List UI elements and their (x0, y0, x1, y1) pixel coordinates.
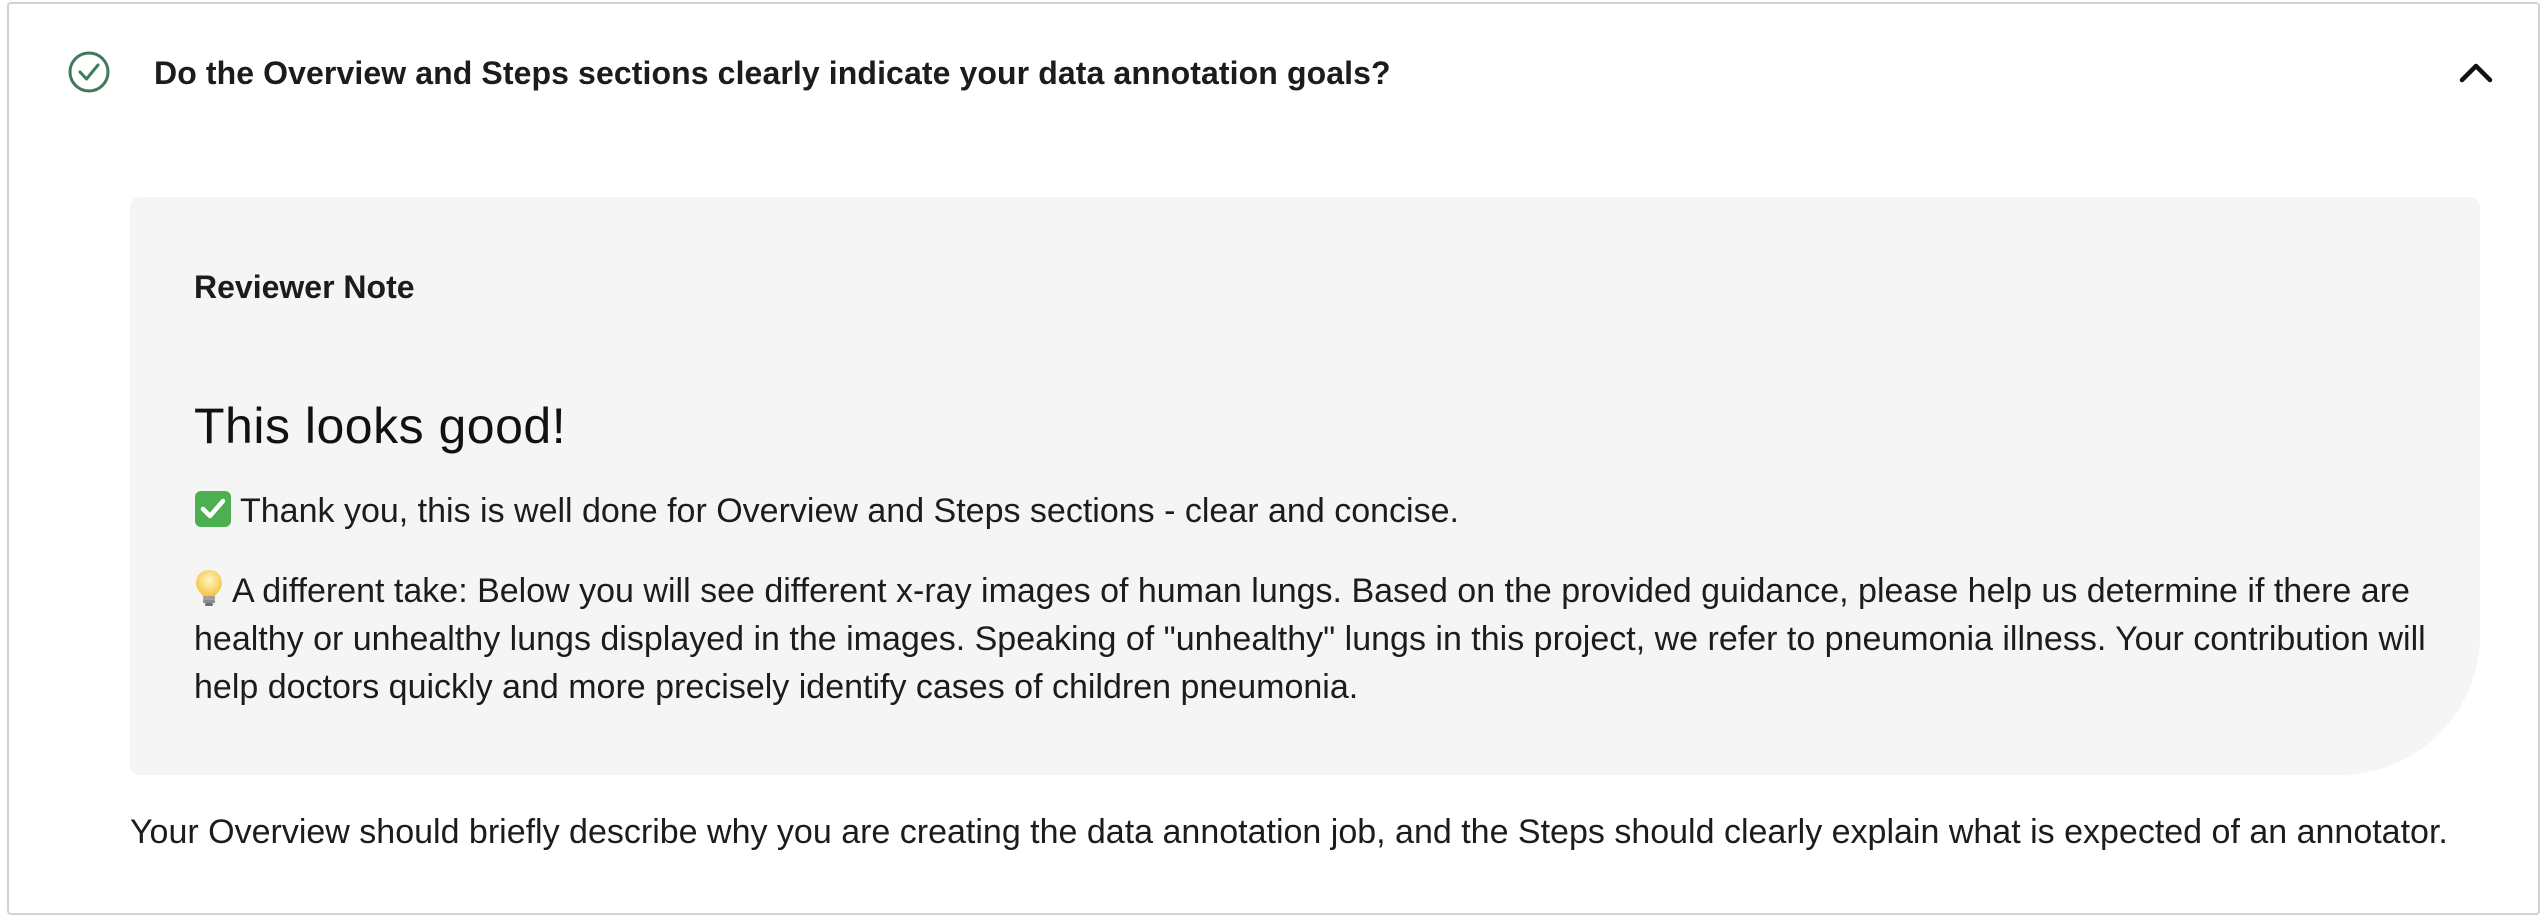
reviewer-note-paragraph: Thank you, this is well done for Overvie… (194, 487, 2424, 535)
chevron-up-icon[interactable] (2456, 56, 2496, 86)
light-bulb-icon (196, 570, 222, 606)
reviewer-note-text: Thank you, this is well done for Overvie… (240, 492, 1459, 530)
question-title: Do the Overview and Steps sections clear… (154, 55, 1391, 91)
reviewer-note-paragraph: A different take: Below you will see dif… (194, 567, 2434, 711)
check-circle-icon (68, 51, 110, 93)
check-mark-button-icon (195, 491, 231, 527)
question-help-text: Your Overview should briefly describe wh… (130, 813, 2448, 851)
reviewer-note-box: Reviewer Note This looks good! Thank you… (130, 197, 2480, 775)
question-header[interactable]: Do the Overview and Steps sections clear… (9, 4, 2538, 136)
reviewer-note-heading: This looks good! (194, 398, 567, 454)
reviewer-note-text: A different take: Below you will see dif… (194, 572, 2426, 706)
checklist-card: Do the Overview and Steps sections clear… (7, 2, 2540, 915)
reviewer-note-label: Reviewer Note (194, 269, 415, 305)
